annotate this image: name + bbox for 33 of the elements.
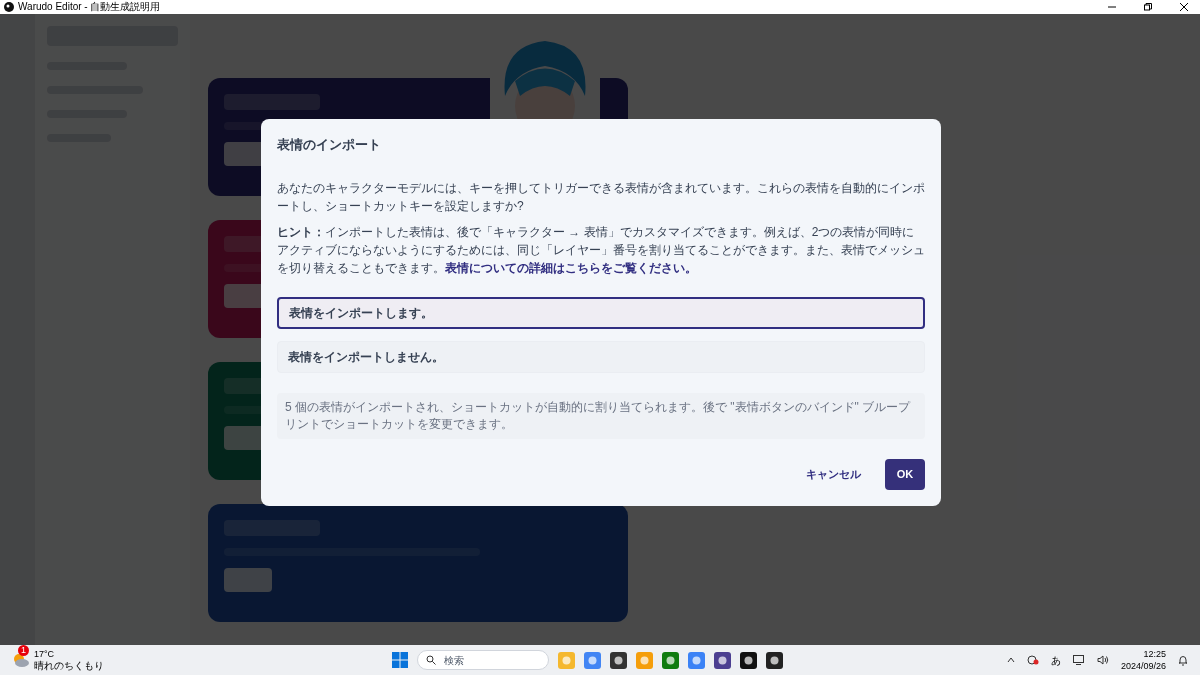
restore-icon[interactable] xyxy=(1144,3,1152,11)
notification-badge: 1 xyxy=(18,645,29,656)
minimize-icon[interactable] xyxy=(1108,3,1116,11)
weather-icon[interactable] xyxy=(12,651,30,669)
dialog-title: 表情のインポート xyxy=(277,136,382,154)
hint-text: ヒント：インポートした表情は、後で「キャラクター → 表情」でカスタマイズできます。例えば、2つの表情が同時にアクティブにならないようにするためには、同じ「レイヤー」番号を割り当てることができます。また、表情でメッシュを切り替えることもできます。表情についての詳細はこちらをご覧ください。 xyxy=(277,223,925,277)
cancel-button[interactable]: キャンセル xyxy=(802,459,865,489)
speaker-icon[interactable] xyxy=(1096,655,1109,665)
taskbar-search-field[interactable]: 検索 xyxy=(417,650,549,670)
chevron-up-icon[interactable] xyxy=(1006,657,1015,663)
clock-date: 2024/09/26 xyxy=(1120,660,1166,672)
taskbar-app-icon[interactable] xyxy=(714,651,731,669)
display-icon[interactable] xyxy=(1072,655,1085,665)
bell-icon[interactable] xyxy=(1178,654,1188,666)
temperature-text: 17°C xyxy=(34,648,56,660)
ime-indicator[interactable]: あ xyxy=(1050,652,1061,668)
search-placeholder: 検索 xyxy=(444,653,464,668)
close-icon[interactable] xyxy=(1180,3,1188,11)
clock-time: 12:25 xyxy=(1143,648,1166,660)
ok-button[interactable]: OK xyxy=(885,458,925,490)
import-note: 5 個の表情がインポートされ、ショートカットが自動的に割り当てられます。後で "表情ボタンのバインド" ブループリントでショートカットを変更できます。 xyxy=(277,392,925,439)
taskbar-app-icon[interactable] xyxy=(610,651,627,669)
search-icon xyxy=(426,655,436,665)
weather-condition: 晴れのちくもり xyxy=(34,660,104,672)
windows-start-icon[interactable] xyxy=(392,652,408,668)
taskbar-app-icon[interactable] xyxy=(766,651,783,669)
window-title: Warudo Editor - 自動生成説明用 xyxy=(18,1,161,13)
option-button[interactable]: 表情をインポートします。 xyxy=(277,296,925,329)
taskbar-app-icon[interactable] xyxy=(740,651,757,669)
dialog-description: あなたのキャラクターモデルには、キーを押してトリガーできる表情が含まれています。これらの表情を自動的にインポートし、ショートカットキーを設定しますか? xyxy=(277,179,925,215)
details-link[interactable]: 表情についての詳細はこちらをご覧ください。 xyxy=(445,260,697,275)
network-icon[interactable] xyxy=(1026,655,1039,665)
option-button[interactable]: 表情をインポートしません。 xyxy=(277,340,925,373)
